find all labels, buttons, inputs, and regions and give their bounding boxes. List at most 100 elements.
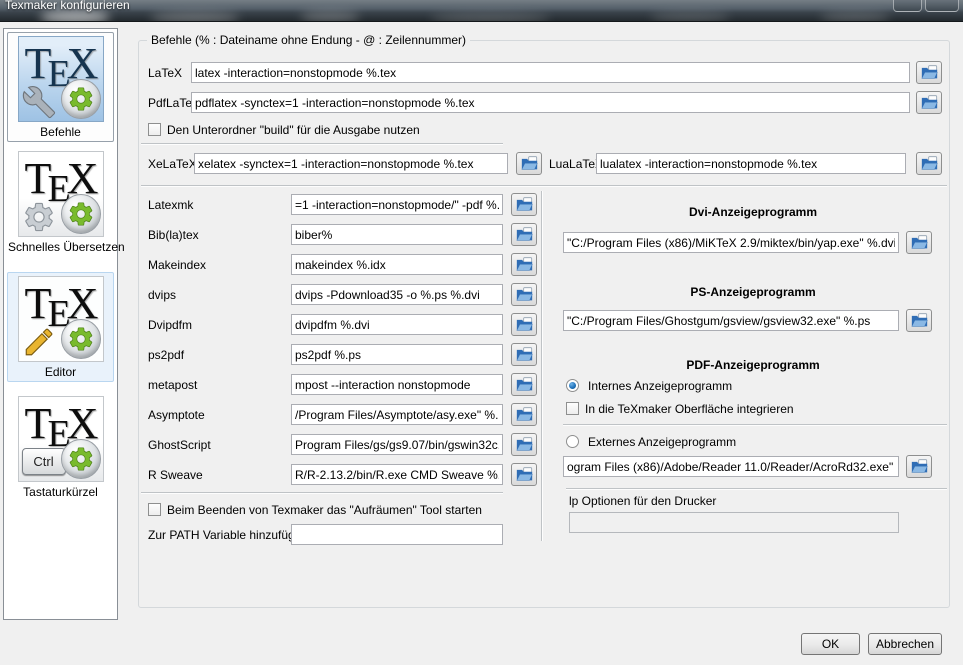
embed-viewer-checkbox[interactable] xyxy=(566,402,579,415)
gear-icon xyxy=(22,200,56,234)
folder-open-icon xyxy=(516,377,533,392)
dvips-input[interactable] xyxy=(291,284,503,305)
internal-viewer-radio[interactable] xyxy=(566,379,579,392)
folder-open-icon xyxy=(516,437,533,452)
asymptote-input[interactable] xyxy=(291,404,503,425)
lualatex-browse-button[interactable] xyxy=(916,152,942,175)
build-subfolder-label: Den Unterordner "build" für die Ausgabe … xyxy=(167,123,420,137)
gray-gear-icon xyxy=(22,200,56,234)
dvipdfm-browse-button[interactable] xyxy=(511,313,537,336)
folder-open-icon xyxy=(516,467,533,482)
ps2pdf-input[interactable] xyxy=(291,344,503,365)
pdflatex-input[interactable] xyxy=(191,92,910,113)
dvipdfm-input[interactable] xyxy=(291,314,503,335)
titlebar[interactable]: Texmaker konfigurieren xyxy=(0,0,963,22)
green-gear-icon xyxy=(61,194,101,234)
sidebar-item-label: Tastaturkürzel xyxy=(8,485,113,499)
external-viewer-browse-button[interactable] xyxy=(906,455,932,478)
sidebar-item-label: Befehle xyxy=(8,125,113,139)
folder-open-icon xyxy=(921,65,938,80)
external-viewer-input[interactable] xyxy=(563,456,899,477)
makeindex-browse-button[interactable] xyxy=(511,253,537,276)
ghostscript-browse-button[interactable] xyxy=(511,433,537,456)
metapost-label: metapost xyxy=(148,378,197,392)
rsweave-browse-button[interactable] xyxy=(511,463,537,486)
editor-tex-icon: TEX xyxy=(18,276,104,362)
latex-browse-button[interactable] xyxy=(916,61,942,84)
pdflatex-browse-button[interactable] xyxy=(916,91,942,114)
biblatex-browse-button[interactable] xyxy=(511,223,537,246)
dvi-viewer-browse-button[interactable] xyxy=(906,231,932,254)
gear-icon xyxy=(67,200,95,228)
folder-open-icon xyxy=(911,235,928,250)
texmaker-config-dialog: Texmaker konfigurieren TEX Befehle TEX xyxy=(0,0,963,665)
latex-input[interactable] xyxy=(191,62,910,83)
sidebar-item-befehle[interactable]: TEX Befehle xyxy=(7,32,114,142)
external-viewer-radio[interactable] xyxy=(566,435,579,448)
folder-open-icon xyxy=(521,156,538,171)
ok-button[interactable]: OK xyxy=(801,633,860,655)
sidebar-item-schnelles-uebersetzen[interactable]: TEX Schnelles Übersetzen xyxy=(7,147,114,257)
befehle-tex-icon: TEX xyxy=(18,36,104,122)
pencil-icon xyxy=(22,325,56,359)
latexmk-browse-button[interactable] xyxy=(511,193,537,216)
commands-groupbox: Befehle (% : Dateiname ohne Endung - @ :… xyxy=(138,40,950,608)
path-variable-label: Zur PATH Variable hinzufügen xyxy=(148,528,308,542)
rsweave-input[interactable] xyxy=(291,464,503,485)
asymptote-label: Asymptote xyxy=(148,408,205,422)
window-title: Texmaker konfigurieren xyxy=(5,0,130,12)
sidebar-item-label: Schnelles Übersetzen xyxy=(8,240,113,254)
dvi-viewer-input[interactable] xyxy=(563,232,899,253)
folder-open-icon xyxy=(516,407,533,422)
dvips-browse-button[interactable] xyxy=(511,283,537,306)
close-button[interactable] xyxy=(925,0,959,12)
ghostscript-input[interactable] xyxy=(291,434,503,455)
ps-viewer-input[interactable] xyxy=(563,310,899,331)
biblatex-input[interactable] xyxy=(291,224,503,245)
build-subfolder-checkbox[interactable] xyxy=(148,123,161,136)
folder-open-icon xyxy=(911,313,928,328)
asymptote-browse-button[interactable] xyxy=(511,403,537,426)
sidebar-item-tastaturkuerzel[interactable]: TEX Ctrl Tastaturkürzel xyxy=(7,392,114,502)
help-button[interactable] xyxy=(893,0,922,12)
path-variable-input[interactable] xyxy=(291,524,503,545)
separator xyxy=(541,191,542,541)
ctrl-key-icon: Ctrl xyxy=(22,448,66,475)
separator xyxy=(141,492,503,493)
folder-open-icon xyxy=(921,156,938,171)
gear-icon xyxy=(67,85,95,113)
embed-viewer-label: In die TeXmaker Oberfläche integrieren xyxy=(585,402,794,416)
gear-icon xyxy=(67,445,95,473)
xelatex-input[interactable] xyxy=(194,153,508,174)
glass-reflection xyxy=(820,12,890,22)
cancel-button[interactable]: Abbrechen xyxy=(868,633,942,655)
cleanup-on-exit-label: Beim Beenden von Texmaker das "Aufräumen… xyxy=(167,503,482,517)
biblatex-label: Bib(la)tex xyxy=(148,228,199,242)
sidebar-item-editor[interactable]: TEX Editor xyxy=(7,272,114,382)
groupbox-title: Befehle (% : Dateiname ohne Endung - @ :… xyxy=(147,33,470,47)
folder-open-icon xyxy=(516,257,533,272)
ps-viewer-browse-button[interactable] xyxy=(906,309,932,332)
latex-label: LaTeX xyxy=(148,66,182,80)
green-gear-icon xyxy=(61,319,101,359)
metapost-browse-button[interactable] xyxy=(511,373,537,396)
latexmk-input[interactable] xyxy=(291,194,503,215)
gear-icon xyxy=(67,325,95,353)
wrench-icon xyxy=(22,85,56,119)
folder-open-icon xyxy=(911,459,928,474)
green-gear-icon xyxy=(61,79,101,119)
separator xyxy=(141,143,503,144)
xelatex-browse-button[interactable] xyxy=(516,152,542,175)
glass-reflection xyxy=(650,12,730,22)
metapost-input[interactable] xyxy=(291,374,503,395)
lualatex-input[interactable] xyxy=(596,153,906,174)
cleanup-on-exit-checkbox[interactable] xyxy=(148,503,161,516)
makeindex-input[interactable] xyxy=(291,254,503,275)
rsweave-label: R Sweave xyxy=(148,468,203,482)
glass-reflection xyxy=(300,11,360,22)
ps2pdf-browse-button[interactable] xyxy=(511,343,537,366)
xelatex-label: XeLaTeX xyxy=(148,157,197,171)
folder-open-icon xyxy=(516,227,533,242)
separator xyxy=(563,424,947,425)
folder-open-icon xyxy=(516,317,533,332)
